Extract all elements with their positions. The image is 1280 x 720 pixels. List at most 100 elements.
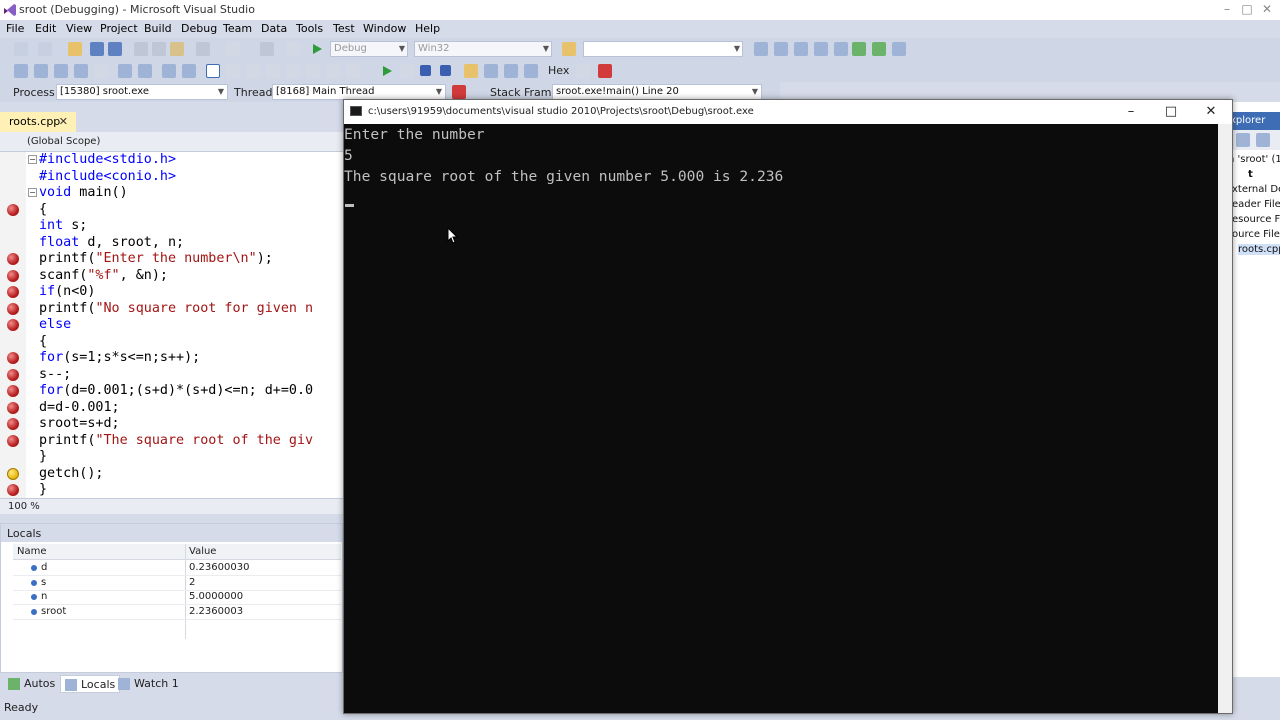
resource-files-folder[interactable]: esource Fil bbox=[1232, 214, 1280, 225]
undo-icon[interactable] bbox=[196, 42, 210, 56]
find-combo[interactable]: ▼ bbox=[583, 41, 743, 57]
window-icon[interactable] bbox=[206, 64, 220, 78]
code-line[interactable]: printf("The square root of the giv bbox=[39, 432, 313, 449]
menu-edit[interactable]: Edit bbox=[35, 22, 56, 35]
increase-indent-icon[interactable] bbox=[138, 64, 152, 78]
break-all-icon[interactable] bbox=[400, 64, 414, 78]
add-item-icon[interactable] bbox=[38, 42, 52, 56]
file-roots-cpp[interactable]: roots.cpp bbox=[1238, 244, 1280, 255]
cut-icon[interactable] bbox=[134, 42, 148, 56]
restart-icon[interactable] bbox=[440, 65, 451, 76]
zoom-level[interactable]: 100 % bbox=[8, 501, 40, 512]
local-value[interactable]: 0.23600030 bbox=[189, 562, 249, 573]
menu-tools[interactable]: Tools bbox=[296, 22, 323, 35]
toolbox-icon[interactable] bbox=[814, 42, 828, 56]
collapse-outline-icon[interactable]: − bbox=[28, 188, 37, 197]
menu-debug[interactable]: Debug bbox=[181, 22, 217, 35]
process-combo[interactable]: [15380] sroot.exe ▼ bbox=[56, 84, 228, 100]
breakpoint-icon[interactable] bbox=[7, 269, 19, 282]
start-debugging-icon[interactable] bbox=[310, 42, 324, 56]
team-explorer-icon[interactable] bbox=[834, 42, 848, 56]
show-all-files-icon[interactable] bbox=[1256, 133, 1270, 147]
decrease-indent-icon[interactable] bbox=[118, 64, 132, 78]
breakpoints-window-icon[interactable] bbox=[598, 64, 612, 78]
column-header-value[interactable]: Value bbox=[189, 546, 216, 557]
code-line[interactable]: for(d=0.001;(s+d)*(s+d)<=n; d+=0.0 bbox=[39, 382, 313, 399]
close-icon[interactable]: ✕ bbox=[1258, 2, 1276, 18]
code-line[interactable]: { bbox=[39, 333, 47, 350]
breakpoint-icon[interactable] bbox=[7, 418, 19, 430]
maximize-icon[interactable]: □ bbox=[1156, 102, 1186, 122]
solution-config-combo[interactable]: Debug ▼ bbox=[330, 41, 408, 57]
code-line[interactable]: } bbox=[39, 481, 47, 498]
code-line[interactable]: printf("Enter the number\n"); bbox=[39, 250, 273, 267]
breakpoint-icon[interactable] bbox=[7, 203, 19, 216]
code-line[interactable]: sroot=s+d; bbox=[39, 415, 120, 432]
find-in-files-icon[interactable] bbox=[562, 42, 576, 56]
stop-debugging-icon[interactable] bbox=[420, 65, 431, 76]
layout-icon[interactable] bbox=[226, 64, 240, 78]
code-line[interactable]: { bbox=[39, 201, 47, 218]
show-next-statement-icon[interactable] bbox=[464, 64, 478, 78]
comment-icon[interactable] bbox=[14, 64, 28, 78]
code-line[interactable]: d=d-0.001; bbox=[39, 399, 120, 416]
breakpoint-icon[interactable] bbox=[7, 368, 19, 381]
indent-icon[interactable] bbox=[182, 64, 196, 78]
navigate-backward-icon[interactable] bbox=[260, 42, 274, 56]
copy-icon[interactable] bbox=[152, 42, 166, 56]
redo-icon[interactable] bbox=[226, 42, 240, 56]
scope-bar[interactable]: (Global Scope) bbox=[0, 132, 343, 152]
breakpoint-icon[interactable] bbox=[7, 352, 19, 364]
menu-help[interactable]: Help bbox=[415, 22, 440, 35]
tab-watch-1[interactable]: Watch 1 bbox=[114, 675, 183, 693]
console-scrollbar[interactable] bbox=[1218, 124, 1232, 713]
table-row[interactable]: sroot 2.2360003 bbox=[13, 605, 341, 621]
local-value[interactable]: 2.2360003 bbox=[189, 606, 243, 617]
paste-icon[interactable] bbox=[170, 42, 184, 56]
menu-test[interactable]: Test bbox=[333, 22, 355, 35]
save-all-icon[interactable] bbox=[108, 42, 122, 56]
menu-window[interactable]: Window bbox=[363, 22, 406, 35]
current-statement-icon[interactable] bbox=[7, 467, 19, 480]
step-into-icon[interactable] bbox=[484, 64, 498, 78]
solution-node[interactable]: n 'sroot' (1 bbox=[1228, 154, 1280, 165]
source-files-folder[interactable]: ource Files bbox=[1232, 229, 1280, 240]
save-icon[interactable] bbox=[90, 42, 104, 56]
code-line[interactable]: s--; bbox=[39, 366, 71, 383]
table-row[interactable]: n 5.0000000 bbox=[13, 590, 341, 606]
outdent-icon[interactable] bbox=[162, 64, 176, 78]
split-icon[interactable] bbox=[246, 64, 260, 78]
menu-team[interactable]: Team bbox=[223, 22, 252, 35]
step-out-icon[interactable] bbox=[524, 64, 538, 78]
navigate-forward-icon[interactable] bbox=[286, 42, 300, 56]
prev-bookmark-icon[interactable] bbox=[74, 64, 88, 78]
center-icon[interactable] bbox=[326, 64, 340, 78]
code-line[interactable]: else bbox=[39, 316, 71, 333]
menu-project[interactable]: Project bbox=[100, 22, 138, 35]
menu-data[interactable]: Data bbox=[261, 22, 287, 35]
properties-icon[interactable] bbox=[1236, 133, 1250, 147]
breakpoint-icon[interactable] bbox=[7, 434, 19, 447]
maximize-icon[interactable]: □ bbox=[1238, 2, 1256, 18]
code-line[interactable]: scanf("%f", &n); bbox=[39, 267, 168, 284]
code-line[interactable]: for(s=1;s*s<=n;s++); bbox=[39, 349, 200, 366]
menu-view[interactable]: View bbox=[66, 22, 92, 35]
thread-combo[interactable]: [8168] Main Thread ▼ bbox=[272, 84, 446, 100]
table-row[interactable]: d 0.23600030 bbox=[13, 561, 341, 576]
code-editor[interactable]: #include<stdio.h> − #include<conio.h> void … bbox=[0, 152, 343, 498]
bookmark-icon[interactable] bbox=[54, 64, 68, 78]
table-row[interactable]: s2 bbox=[13, 576, 341, 591]
code-line[interactable]: float d, sroot, n; bbox=[39, 234, 184, 251]
code-line[interactable]: printf("No square root for given n bbox=[39, 300, 313, 317]
console-window[interactable]: c:\users\91959\documents\visual studio 2… bbox=[343, 99, 1233, 714]
menu-file[interactable]: File bbox=[6, 22, 24, 35]
hex-toggle[interactable]: Hex bbox=[548, 64, 569, 77]
extension-manager-icon[interactable] bbox=[852, 42, 866, 56]
next-bookmark-icon[interactable] bbox=[94, 64, 108, 78]
stack-frame-combo[interactable]: sroot.exe!main() Line 20 ▼ bbox=[552, 84, 762, 100]
align-icon[interactable] bbox=[286, 64, 300, 78]
external-dependencies-folder[interactable]: xternal Dep bbox=[1232, 184, 1280, 195]
spacing-icon[interactable] bbox=[306, 64, 320, 78]
header-files-folder[interactable]: eader Files bbox=[1232, 199, 1280, 210]
breakpoint-icon[interactable] bbox=[7, 401, 19, 414]
